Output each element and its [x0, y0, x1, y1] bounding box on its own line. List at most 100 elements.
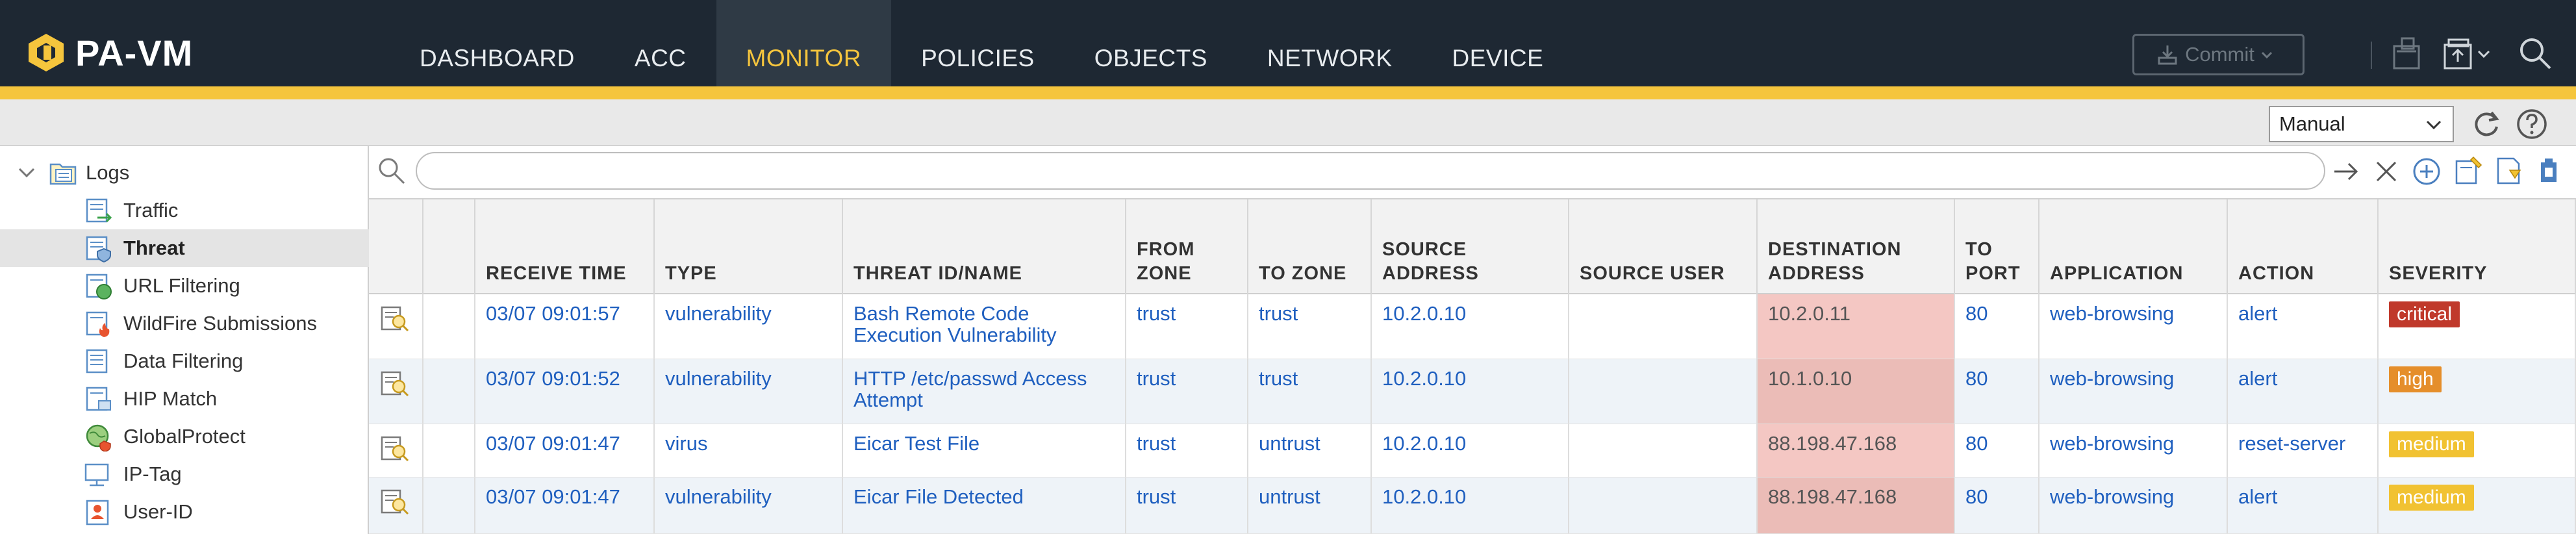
add-filter-icon[interactable] — [2411, 156, 2442, 187]
to-zone-cell[interactable]: trust — [1248, 359, 1372, 424]
severity-badge[interactable]: critical — [2389, 301, 2460, 327]
tab-policies[interactable]: POLICIES — [891, 0, 1065, 86]
search-icon[interactable] — [2518, 36, 2554, 72]
log-detail-icon[interactable] — [379, 487, 410, 518]
tab-acc[interactable]: ACC — [605, 0, 716, 86]
application-cell[interactable]: web-browsing — [2039, 359, 2228, 424]
lock-config-icon[interactable] — [2392, 36, 2424, 72]
from-zone-cell[interactable]: trust — [1126, 477, 1248, 533]
receive-time-cell[interactable]: 03/07 09:01:57 — [475, 294, 655, 359]
config-actions-icon[interactable] — [2442, 36, 2494, 72]
application-cell[interactable]: web-browsing — [2039, 294, 2228, 359]
from-zone-cell[interactable]: trust — [1126, 294, 1248, 359]
detail-cell[interactable] — [369, 477, 423, 533]
threat-cell[interactable]: Bash Remote Code Execution Vulnerability — [843, 294, 1126, 359]
sidebar-item-traffic[interactable]: Traffic — [0, 192, 369, 229]
receive-time-cell[interactable]: 03/07 09:01:52 — [475, 359, 655, 424]
sidebar-item-wildfire[interactable]: WildFire Submissions — [0, 305, 369, 342]
type-cell[interactable]: vulnerability — [655, 477, 843, 533]
column-header-type[interactable]: TYPE — [655, 199, 843, 296]
column-header-action[interactable]: ACTION — [2228, 199, 2379, 296]
column-header-source-address[interactable]: SOURCE ADDRESS — [1372, 199, 1569, 296]
column-header-severity[interactable]: SEVERITY — [2379, 199, 2576, 296]
application-cell[interactable]: web-browsing — [2039, 477, 2228, 533]
sidebar-item-user-id[interactable]: User-ID — [0, 493, 369, 531]
sidebar-item-globalprotect[interactable]: GlobalProtect — [0, 418, 369, 455]
to-zone-cell[interactable]: untrust — [1248, 424, 1372, 477]
tab-network[interactable]: NETWORK — [1237, 0, 1422, 86]
type-cell[interactable]: virus — [655, 424, 843, 477]
severity-badge[interactable]: medium — [2389, 431, 2474, 457]
table-row[interactable]: 03/07 09:01:47 vulnerability Eicar File … — [369, 477, 2576, 534]
severity-badge[interactable]: medium — [2389, 485, 2474, 511]
tab-dashboard[interactable]: DASHBOARD — [390, 0, 605, 86]
destination-address-cell[interactable]: 88.198.47.168 — [1758, 477, 1955, 533]
source-address-cell[interactable]: 10.2.0.10 — [1372, 424, 1569, 477]
to-port-cell[interactable]: 80 — [1955, 424, 2039, 477]
from-zone-cell[interactable]: trust — [1126, 359, 1248, 424]
source-address-cell[interactable]: 10.2.0.10 — [1372, 359, 1569, 424]
column-header-to-zone[interactable]: TO ZONE — [1248, 199, 1372, 296]
log-detail-icon[interactable] — [379, 433, 410, 464]
apply-filter-icon[interactable] — [2332, 157, 2360, 186]
column-header-to-port[interactable]: TO PORT — [1955, 199, 2039, 296]
destination-address-cell[interactable]: 88.198.47.168 — [1758, 424, 1955, 477]
column-header-threat[interactable]: THREAT ID/NAME — [843, 199, 1126, 296]
to-port-cell[interactable]: 80 — [1955, 359, 2039, 424]
column-header-source-user[interactable]: SOURCE USER — [1569, 199, 1758, 296]
threat-cell[interactable]: Eicar File Detected — [843, 477, 1126, 533]
log-detail-icon[interactable] — [379, 303, 410, 335]
to-zone-cell[interactable]: trust — [1248, 294, 1372, 359]
export-icon[interactable] — [2536, 156, 2562, 187]
sidebar-item-ip-tag[interactable]: IP-Tag — [0, 455, 369, 493]
sidebar-item-threat[interactable]: Threat — [0, 229, 369, 267]
action-cell[interactable]: reset-server — [2228, 424, 2379, 477]
log-filter-input[interactable] — [416, 152, 2325, 190]
sidebar-item-hip-match[interactable]: HIP Match — [0, 380, 369, 418]
column-header-receive-time[interactable]: RECEIVE TIME — [475, 199, 655, 296]
sidebar-item-url-filtering[interactable]: URL Filtering — [0, 267, 369, 305]
action-cell[interactable]: alert — [2228, 294, 2379, 359]
to-port-cell[interactable]: 80 — [1955, 294, 2039, 359]
destination-address-cell[interactable]: 10.2.0.11 — [1758, 294, 1955, 359]
log-detail-icon[interactable] — [379, 368, 410, 400]
commit-button[interactable]: Commit — [2132, 34, 2305, 75]
severity-badge[interactable]: high — [2389, 366, 2442, 392]
type-cell[interactable]: vulnerability — [655, 359, 843, 424]
load-filter-icon[interactable] — [2494, 155, 2525, 187]
sidebar-root-logs[interactable]: Logs — [0, 154, 369, 192]
type-cell[interactable]: vulnerability — [655, 294, 843, 359]
receive-time-cell[interactable]: 03/07 09:01:47 — [475, 477, 655, 533]
refresh-interval-select[interactable]: Manual — [2269, 106, 2454, 142]
save-filter-icon[interactable] — [2453, 155, 2484, 187]
column-header-destination-address[interactable]: DESTINATION ADDRESS — [1758, 199, 1955, 296]
tab-device[interactable]: DEVICE — [1422, 0, 1574, 86]
to-zone-cell[interactable]: untrust — [1248, 477, 1372, 533]
application-cell[interactable]: web-browsing — [2039, 424, 2228, 477]
tab-monitor[interactable]: MONITOR — [716, 0, 892, 86]
source-address-cell[interactable]: 10.2.0.10 — [1372, 477, 1569, 533]
table-row[interactable]: 03/07 09:01:47 virus Eicar Test File tru… — [369, 424, 2576, 477]
from-zone-cell[interactable]: trust — [1126, 424, 1248, 477]
tab-objects[interactable]: OBJECTS — [1065, 0, 1237, 86]
refresh-icon[interactable] — [2469, 107, 2503, 141]
table-row[interactable]: 03/07 09:01:52 vulnerability HTTP /etc/p… — [369, 359, 2576, 424]
chevron-down-icon[interactable] — [17, 163, 36, 183]
column-header-application[interactable]: APPLICATION — [2039, 199, 2228, 296]
clear-filter-icon[interactable] — [2372, 157, 2401, 186]
detail-cell[interactable] — [369, 359, 423, 424]
action-cell[interactable]: alert — [2228, 477, 2379, 533]
detail-cell[interactable] — [369, 424, 423, 477]
sidebar-item-data-filtering[interactable]: Data Filtering — [0, 342, 369, 380]
destination-address-cell[interactable]: 10.1.0.10 — [1758, 359, 1955, 424]
source-address-cell[interactable]: 10.2.0.10 — [1372, 294, 1569, 359]
action-cell[interactable]: alert — [2228, 359, 2379, 424]
table-row[interactable]: 03/07 09:01:57 vulnerability Bash Remote… — [369, 294, 2576, 359]
column-header-from-zone[interactable]: FROM ZONE — [1126, 199, 1248, 296]
threat-cell[interactable]: HTTP /etc/passwd Access Attempt — [843, 359, 1126, 424]
detail-cell[interactable] — [369, 294, 423, 359]
to-port-cell[interactable]: 80 — [1955, 477, 2039, 533]
receive-time-cell[interactable]: 03/07 09:01:47 — [475, 424, 655, 477]
threat-cell[interactable]: Eicar Test File — [843, 424, 1126, 477]
help-icon[interactable] — [2515, 107, 2549, 141]
